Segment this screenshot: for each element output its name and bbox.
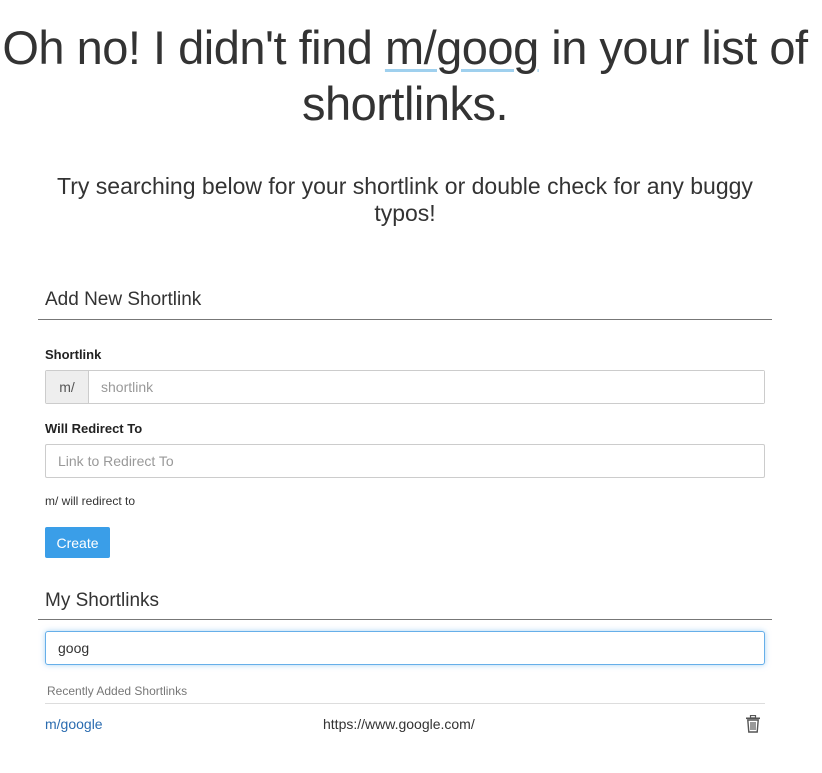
page-title: Oh no! I didn't find m/goog in your list… [0, 20, 810, 132]
recent-shortlinks-label: Recently Added Shortlinks [47, 684, 188, 698]
shortlink-input-group: m/ [45, 370, 765, 404]
title-prefix: Oh no! I didn't find [2, 21, 385, 74]
trash-icon[interactable] [745, 714, 761, 733]
search-input[interactable] [45, 631, 765, 665]
shortlink-prefix: m/ [46, 371, 89, 403]
create-button[interactable]: Create [45, 527, 110, 558]
page-subtitle: Try searching below for your shortlink o… [57, 173, 753, 226]
section-divider [38, 319, 772, 320]
section-divider [38, 619, 772, 620]
shortlink-link[interactable]: m/google [45, 716, 103, 732]
shortlink-label: Shortlink [45, 347, 102, 362]
missing-shortlink: m/goog [384, 21, 539, 74]
hero: Oh no! I didn't find m/goog in your list… [0, 20, 810, 132]
shortlink-row: m/google https://www.google.com/ [45, 706, 765, 742]
redirect-url: https://www.google.com/ [323, 716, 475, 732]
redirect-input[interactable] [45, 444, 765, 478]
redirect-preview-text: m/ will redirect to [45, 494, 136, 508]
my-shortlinks-title: My Shortlinks [45, 590, 160, 611]
redirect-label: Will Redirect To [45, 421, 143, 436]
add-section-title: Add New Shortlink [45, 289, 202, 310]
shortlink-input[interactable] [89, 371, 764, 403]
list-divider [45, 703, 765, 704]
